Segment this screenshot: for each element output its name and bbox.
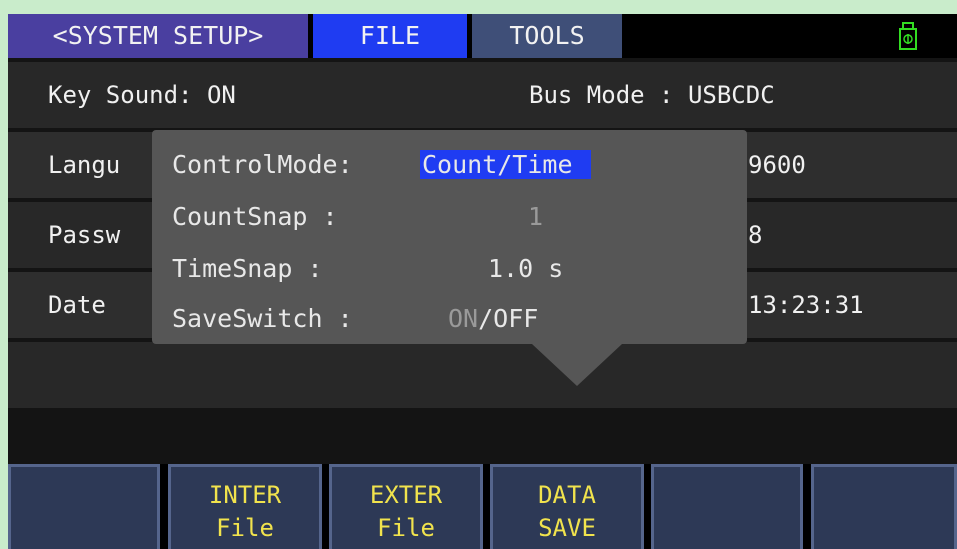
control-mode-value[interactable]: Count/Time xyxy=(420,150,591,179)
date-setting[interactable]: Date xyxy=(48,272,106,338)
language-setting[interactable]: Langu xyxy=(48,132,120,198)
time-value[interactable]: 13:23:31 xyxy=(748,272,864,338)
softkey-5[interactable] xyxy=(651,464,803,549)
usb-icon xyxy=(899,22,917,50)
softkey-exter-file[interactable]: EXTER File xyxy=(329,464,483,549)
setting-row-key-sound[interactable]: Key Sound: ON Bus Mode : USBCDC xyxy=(8,62,957,128)
time-snap-label: TimeSnap : xyxy=(172,254,323,283)
softkey-label: File xyxy=(216,514,274,542)
save-switch-label: SaveSwitch : xyxy=(172,304,353,333)
save-switch-separator: / xyxy=(478,304,494,333)
menu-bar: <SYSTEM SETUP> FILE TOOLS xyxy=(8,14,957,58)
file-setup-popup: ControlMode: Count/Time CountSnap : 1 Ti… xyxy=(152,130,747,344)
save-switch-on: ON xyxy=(448,304,479,333)
popup-pointer xyxy=(532,344,622,386)
softkey-bar: INTER File EXTER File DATA SAVE xyxy=(8,464,957,549)
save-switch-off: OFF xyxy=(493,304,539,333)
control-mode-label: ControlMode: xyxy=(172,150,353,179)
softkey-label: DATA xyxy=(538,481,596,509)
data-bits-value[interactable]: 8 xyxy=(748,202,762,268)
softkey-1[interactable] xyxy=(8,464,160,549)
baud-rate-value[interactable]: 9600 xyxy=(748,132,806,198)
tab-system-setup[interactable]: <SYSTEM SETUP> xyxy=(8,14,308,58)
time-snap-value[interactable]: 1.0 s xyxy=(488,254,563,283)
softkey-label: EXTER xyxy=(369,481,443,509)
tab-file[interactable]: FILE xyxy=(313,14,467,58)
key-sound-setting[interactable]: Key Sound: ON xyxy=(48,62,236,128)
softkey-inter-file[interactable]: INTER File xyxy=(168,464,322,549)
device-screen: <SYSTEM SETUP> FILE TOOLS Key Sound: ON … xyxy=(8,14,957,549)
softkey-label: INTER xyxy=(208,481,282,509)
setting-row-empty-2 xyxy=(8,417,957,461)
password-setting[interactable]: Passw xyxy=(48,202,120,268)
tab-tools[interactable]: TOOLS xyxy=(472,14,622,58)
softkey-label: File xyxy=(377,514,435,542)
softkey-data-save[interactable]: DATA SAVE xyxy=(490,464,644,549)
setting-row-empty xyxy=(8,342,957,408)
softkey-label: SAVE xyxy=(538,514,596,542)
count-snap-value[interactable]: 1 xyxy=(528,202,543,231)
softkey-6[interactable] xyxy=(811,464,957,549)
bus-mode-setting[interactable]: Bus Mode : USBCDC xyxy=(529,62,775,128)
count-snap-label: CountSnap : xyxy=(172,202,338,231)
save-switch-value[interactable]: ON/OFF xyxy=(448,304,538,333)
